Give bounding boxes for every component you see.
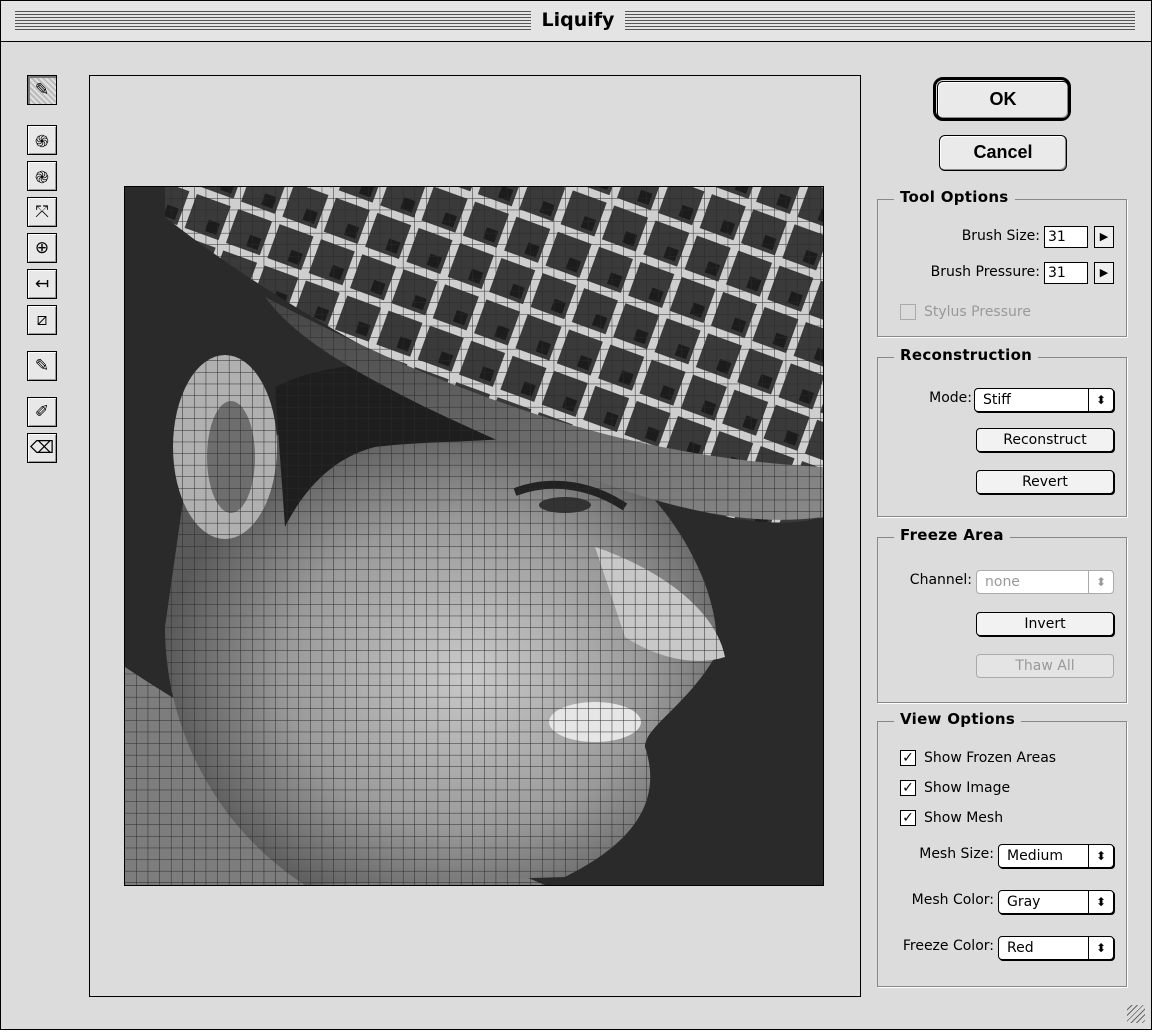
show-mesh-label: Show Mesh xyxy=(924,810,1004,826)
mesh-size-select[interactable]: Medium ⬍ xyxy=(998,844,1114,868)
brush-size-label: Brush Size: xyxy=(961,228,1040,244)
checkmark-icon: ✓ xyxy=(902,750,914,766)
freeze-area-title: Freeze Area xyxy=(894,526,1010,544)
tool-twirl-clockwise[interactable]: ֍ xyxy=(27,125,57,155)
brush-size-slider-button[interactable]: ▶ xyxy=(1094,226,1114,248)
updown-arrows-icon: ⬍ xyxy=(1088,937,1113,959)
updown-arrows-icon: ⬍ xyxy=(1088,891,1113,913)
mesh-color-value: Gray xyxy=(1007,894,1041,910)
reconstruct-button[interactable]: Reconstruct xyxy=(976,428,1114,452)
title-stripes-left xyxy=(15,11,531,31)
tool-pucker[interactable]: ⤧ xyxy=(27,197,57,227)
updown-arrows-icon: ⬍ xyxy=(1088,389,1113,411)
mode-value: Stiff xyxy=(983,392,1011,408)
mesh-size-value: Medium xyxy=(1007,848,1063,864)
thaw-all-button[interactable]: Thaw All xyxy=(976,654,1114,678)
tool-reflection[interactable]: ⧄ xyxy=(27,305,57,335)
checkmark-icon: ✓ xyxy=(902,780,914,796)
freeze-color-select[interactable]: Red ⬍ xyxy=(998,936,1114,960)
window-title: Liquify xyxy=(541,9,615,31)
mesh-size-label: Mesh Size: xyxy=(919,846,994,862)
reflection-icon: ⧄ xyxy=(36,310,48,330)
arrow-right-icon: ▶ xyxy=(1099,230,1109,243)
twirl-counterclockwise-icon: ֎ xyxy=(35,167,49,188)
resize-grip-icon[interactable] xyxy=(1127,1005,1145,1023)
freeze-brush-icon: ✐ xyxy=(34,402,50,422)
invert-button[interactable]: Invert xyxy=(976,612,1114,636)
revert-button[interactable]: Revert xyxy=(976,470,1114,494)
channel-label: Channel: xyxy=(909,572,972,588)
view-options-title: View Options xyxy=(894,710,1022,728)
title-bar[interactable]: Liquify xyxy=(1,1,1151,42)
reconstruction-group: Reconstruction Mode: Stiff ⬍ Reconstruct… xyxy=(877,346,1127,517)
checkmark-icon: ✓ xyxy=(902,810,914,826)
ok-button[interactable]: OK xyxy=(937,81,1069,119)
arrow-right-icon: ▶ xyxy=(1099,266,1109,279)
warp-brush-icon: ✎ xyxy=(34,80,50,100)
tool-freeze[interactable]: ✐ xyxy=(27,397,57,427)
view-options-group: View Options ✓ Show Frozen Areas ✓ Show … xyxy=(877,710,1127,987)
reconstruction-title: Reconstruction xyxy=(894,346,1039,364)
cancel-button[interactable]: Cancel xyxy=(939,135,1067,171)
updown-arrows-icon: ⬍ xyxy=(1088,845,1113,867)
pucker-icon: ⤧ xyxy=(35,202,49,222)
freeze-color-value: Red xyxy=(1007,940,1034,956)
mode-label: Mode: xyxy=(929,390,972,406)
tool-twirl-counterclockwise[interactable]: ֎ xyxy=(27,161,57,191)
twirl-clockwise-icon: ֍ xyxy=(35,131,49,152)
show-mesh-checkbox[interactable]: ✓ xyxy=(900,810,916,826)
freeze-color-label: Freeze Color: xyxy=(902,938,994,954)
liquify-dialog: Liquify ✎ ֍ ֎ ⤧ ⊕ ↤ ⧄ ✎ ✐ ⌫ OK Cancel To… xyxy=(0,0,1152,1030)
updown-arrows-icon: ⬍ xyxy=(1088,571,1113,593)
brush-size-input[interactable]: 31 xyxy=(1044,226,1088,248)
tool-shift-pixels[interactable]: ↤ xyxy=(27,269,57,299)
brush-pressure-slider-button[interactable]: ▶ xyxy=(1094,262,1114,284)
preview-area xyxy=(89,75,861,997)
freeze-area-group: Freeze Area Channel: none ⬍ Invert Thaw … xyxy=(877,526,1127,703)
show-frozen-areas-checkbox[interactable]: ✓ xyxy=(900,750,916,766)
tool-thaw[interactable]: ⌫ xyxy=(27,433,57,463)
show-image-label: Show Image xyxy=(924,780,1011,796)
preview-image[interactable] xyxy=(124,186,824,886)
mesh-color-label: Mesh Color: xyxy=(911,892,994,908)
stylus-pressure-label: Stylus Pressure xyxy=(924,304,1031,320)
bloat-icon: ⊕ xyxy=(34,238,50,258)
tool-warp[interactable]: ✎ xyxy=(27,75,57,105)
show-image-checkbox[interactable]: ✓ xyxy=(900,780,916,796)
stylus-pressure-checkbox[interactable] xyxy=(900,304,916,320)
channel-select[interactable]: none ⬍ xyxy=(976,570,1114,594)
portrait-image xyxy=(125,187,823,885)
title-stripes-right xyxy=(625,11,1135,31)
brush-pressure-label: Brush Pressure: xyxy=(930,264,1040,280)
mesh-color-select[interactable]: Gray ⬍ xyxy=(998,890,1114,914)
mode-select[interactable]: Stiff ⬍ xyxy=(974,388,1114,412)
shift-pixels-icon: ↤ xyxy=(34,274,50,294)
tool-bloat[interactable]: ⊕ xyxy=(27,233,57,263)
tool-reconstruct[interactable]: ✎ xyxy=(27,351,57,381)
tool-options-title: Tool Options xyxy=(894,188,1015,206)
channel-value: none xyxy=(985,574,1020,590)
show-frozen-areas-label: Show Frozen Areas xyxy=(924,750,1057,766)
tool-options-group: Tool Options Brush Size: 31 ▶ Brush Pres… xyxy=(877,188,1127,337)
brush-pressure-input[interactable]: 31 xyxy=(1044,262,1088,284)
reconstruct-brush-icon: ✎ xyxy=(34,356,50,376)
thaw-eraser-icon: ⌫ xyxy=(29,438,55,458)
